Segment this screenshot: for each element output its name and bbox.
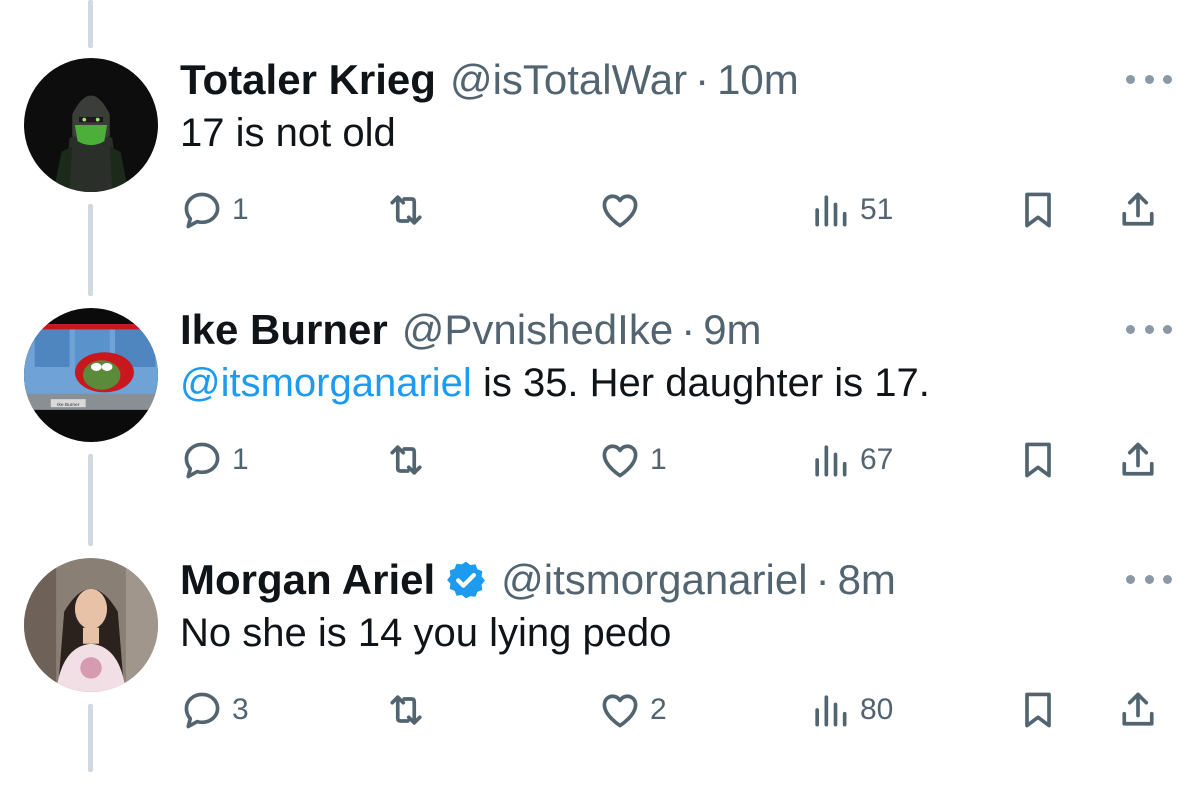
tweet-header: Morgan Ariel @itsmorganariel · 8m — [180, 555, 896, 605]
share-icon — [1122, 692, 1154, 726]
avatar[interactable]: Ike Burner — [24, 308, 158, 442]
nameplate-text: Ike Burner — [57, 402, 80, 408]
tweet[interactable]: Ike Burner Ike Burner @PvnishedIke · 9m … — [0, 305, 1200, 555]
mention-link[interactable]: @itsmorganariel — [180, 361, 472, 405]
view-count: 67 — [860, 443, 894, 476]
avatar[interactable] — [24, 58, 158, 192]
tweet-text-content: No she is 14 you lying pedo — [180, 611, 672, 655]
tweet-text: No she is 14 you lying pedo — [180, 611, 671, 656]
retweet-button[interactable] — [384, 435, 436, 485]
timestamp[interactable]: 8m — [838, 556, 896, 604]
handle[interactable]: @itsmorganariel — [501, 556, 807, 604]
views-button[interactable]: 51 — [808, 185, 893, 235]
timestamp[interactable]: 9m — [703, 306, 761, 354]
handle[interactable]: @isTotalWar — [450, 56, 687, 104]
display-name[interactable]: Ike Burner — [180, 306, 388, 354]
avatar[interactable] — [24, 558, 158, 692]
tweet-text: @itsmorganariel is 35. Her daughter is 1… — [180, 361, 930, 406]
tweet[interactable]: Totaler Krieg @isTotalWar · 10m 17 is no… — [0, 55, 1200, 305]
frog-desk-avatar-icon: Ike Burner — [24, 308, 158, 442]
tweet-text-content: 17 is not old — [180, 111, 396, 155]
reply-count: 3 — [232, 693, 249, 726]
retweet-button[interactable] — [384, 185, 436, 235]
like-button[interactable] — [598, 185, 650, 235]
bookmark-icon — [1025, 192, 1051, 228]
action-bar: 1 1 67 — [180, 435, 1170, 485]
reply-icon — [184, 692, 220, 729]
views-button[interactable]: 67 — [808, 435, 893, 485]
tweet-text-content: is 35. Her daughter is 17. — [471, 361, 930, 405]
like-count: 2 — [650, 693, 667, 726]
retweet-icon — [390, 445, 422, 475]
reply-icon — [184, 192, 220, 229]
like-count: 1 — [650, 443, 667, 476]
more-options-icon[interactable] — [1126, 571, 1172, 587]
reply-count: 1 — [232, 443, 249, 476]
bookmark-icon — [1025, 442, 1051, 478]
handle[interactable]: @PvnishedIke — [402, 306, 673, 354]
separator-dot: · — [681, 306, 696, 353]
views-button[interactable]: 80 — [808, 685, 893, 735]
like-button[interactable]: 2 — [598, 685, 667, 735]
tweet-text: 17 is not old — [180, 111, 396, 156]
reply-button[interactable]: 1 — [180, 435, 249, 485]
display-name[interactable]: Totaler Krieg — [180, 56, 436, 104]
retweet-button[interactable] — [384, 685, 436, 735]
separator-dot: · — [695, 56, 710, 103]
reply-button[interactable]: 3 — [180, 685, 249, 735]
retweet-icon — [390, 695, 422, 725]
heart-icon — [602, 444, 638, 478]
share-icon — [1122, 442, 1154, 476]
bookmark-button[interactable] — [1016, 435, 1060, 485]
woman-avatar-icon — [24, 558, 158, 692]
view-count: 80 — [860, 693, 894, 726]
tweet-header: Ike Burner @PvnishedIke · 9m — [180, 305, 762, 355]
like-button[interactable]: 1 — [598, 435, 667, 485]
more-options-icon[interactable] — [1126, 321, 1172, 337]
share-button[interactable] — [1116, 685, 1160, 735]
verified-badge-icon — [447, 561, 486, 599]
more-options-icon[interactable] — [1126, 71, 1172, 87]
views-icon — [815, 445, 847, 477]
share-icon — [1122, 192, 1154, 226]
views-icon — [815, 195, 847, 227]
action-bar: 1 51 — [180, 185, 1170, 235]
action-bar: 3 2 80 — [180, 685, 1170, 735]
tweet-header: Totaler Krieg @isTotalWar · 10m — [180, 55, 799, 105]
display-name[interactable]: Morgan Ariel — [180, 556, 435, 604]
separator-dot: · — [815, 556, 830, 603]
views-icon — [815, 695, 847, 727]
bookmark-button[interactable] — [1016, 685, 1060, 735]
retweet-icon — [390, 195, 422, 225]
bookmark-button[interactable] — [1016, 185, 1060, 235]
share-button[interactable] — [1116, 435, 1160, 485]
reply-button[interactable]: 1 — [180, 185, 249, 235]
share-button[interactable] — [1116, 185, 1160, 235]
tweet[interactable]: Morgan Ariel @itsmorganariel · 8m No she… — [0, 555, 1200, 805]
timestamp[interactable]: 10m — [717, 56, 799, 104]
heart-icon — [602, 694, 638, 728]
reply-icon — [184, 442, 220, 479]
view-count: 51 — [860, 193, 894, 226]
reply-count: 1 — [232, 193, 249, 226]
ninja-avatar-icon — [24, 58, 158, 192]
heart-icon — [602, 194, 638, 228]
bookmark-icon — [1025, 692, 1051, 728]
thread-line-top — [88, 0, 93, 48]
